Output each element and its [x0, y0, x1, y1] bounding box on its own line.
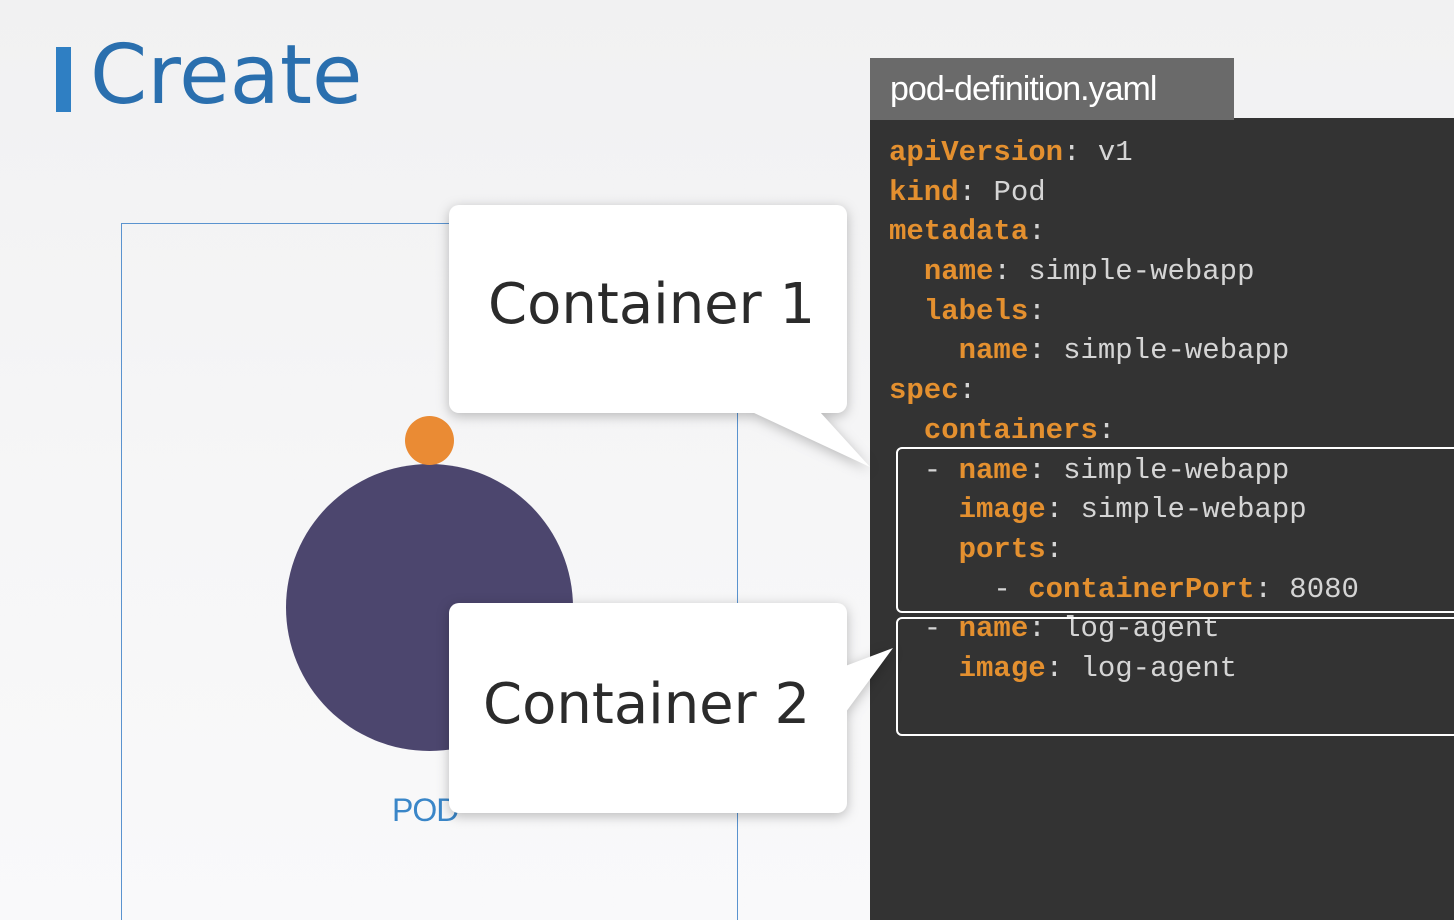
container-2-highlight [896, 617, 1454, 736]
yaml-separator: : [1028, 215, 1046, 249]
yaml-indent [889, 414, 924, 447]
pod-label: POD [392, 792, 459, 828]
yaml-line: name: simple-webapp [889, 252, 1359, 292]
yaml-key: containers [923, 413, 1098, 447]
yaml-value: simple-webapp [1028, 255, 1255, 289]
yaml-line: apiVersion: v1 [889, 133, 1359, 173]
yaml-line: name: simple-webapp [889, 331, 1359, 371]
yaml-key: name [958, 334, 1029, 368]
yaml-separator: : [1028, 294, 1046, 328]
yaml-key: labels [923, 294, 1029, 328]
yaml-line: kind: Pod [889, 173, 1359, 213]
pod-indicator-dot [405, 416, 454, 465]
editor-tab-filename: pod-definition.yaml [890, 70, 1157, 108]
yaml-value: simple-webapp [1063, 334, 1290, 368]
pod-circle [286, 464, 573, 751]
container-1-highlight [896, 447, 1454, 613]
yaml-value: v1 [1097, 136, 1133, 169]
yaml-line: labels: [889, 292, 1359, 332]
yaml-line: spec: [889, 371, 1359, 411]
editor-tab[interactable]: pod-definition.yaml [870, 58, 1234, 120]
yaml-value: Pod [993, 175, 1046, 209]
yaml-separator: : [993, 255, 1029, 289]
yaml-key: name [923, 255, 994, 289]
yaml-indent [889, 295, 924, 328]
yaml-key: apiVersion [889, 136, 1064, 169]
yaml-key: spec [889, 374, 959, 408]
yaml-line: metadata: [889, 212, 1359, 252]
yaml-separator: : [1028, 334, 1064, 368]
yaml-indent [889, 255, 924, 288]
yaml-indent [889, 334, 959, 367]
slide-title: Create [90, 28, 363, 123]
yaml-key: kind [889, 175, 959, 209]
yaml-separator: : [958, 374, 977, 408]
yaml-separator: : [1097, 413, 1116, 447]
yaml-separator: : [958, 175, 994, 209]
yaml-key: metadata [889, 215, 1029, 249]
yaml-line: containers: [889, 411, 1359, 451]
yaml-separator: : [1063, 136, 1098, 169]
title-accent-bar [56, 47, 71, 112]
